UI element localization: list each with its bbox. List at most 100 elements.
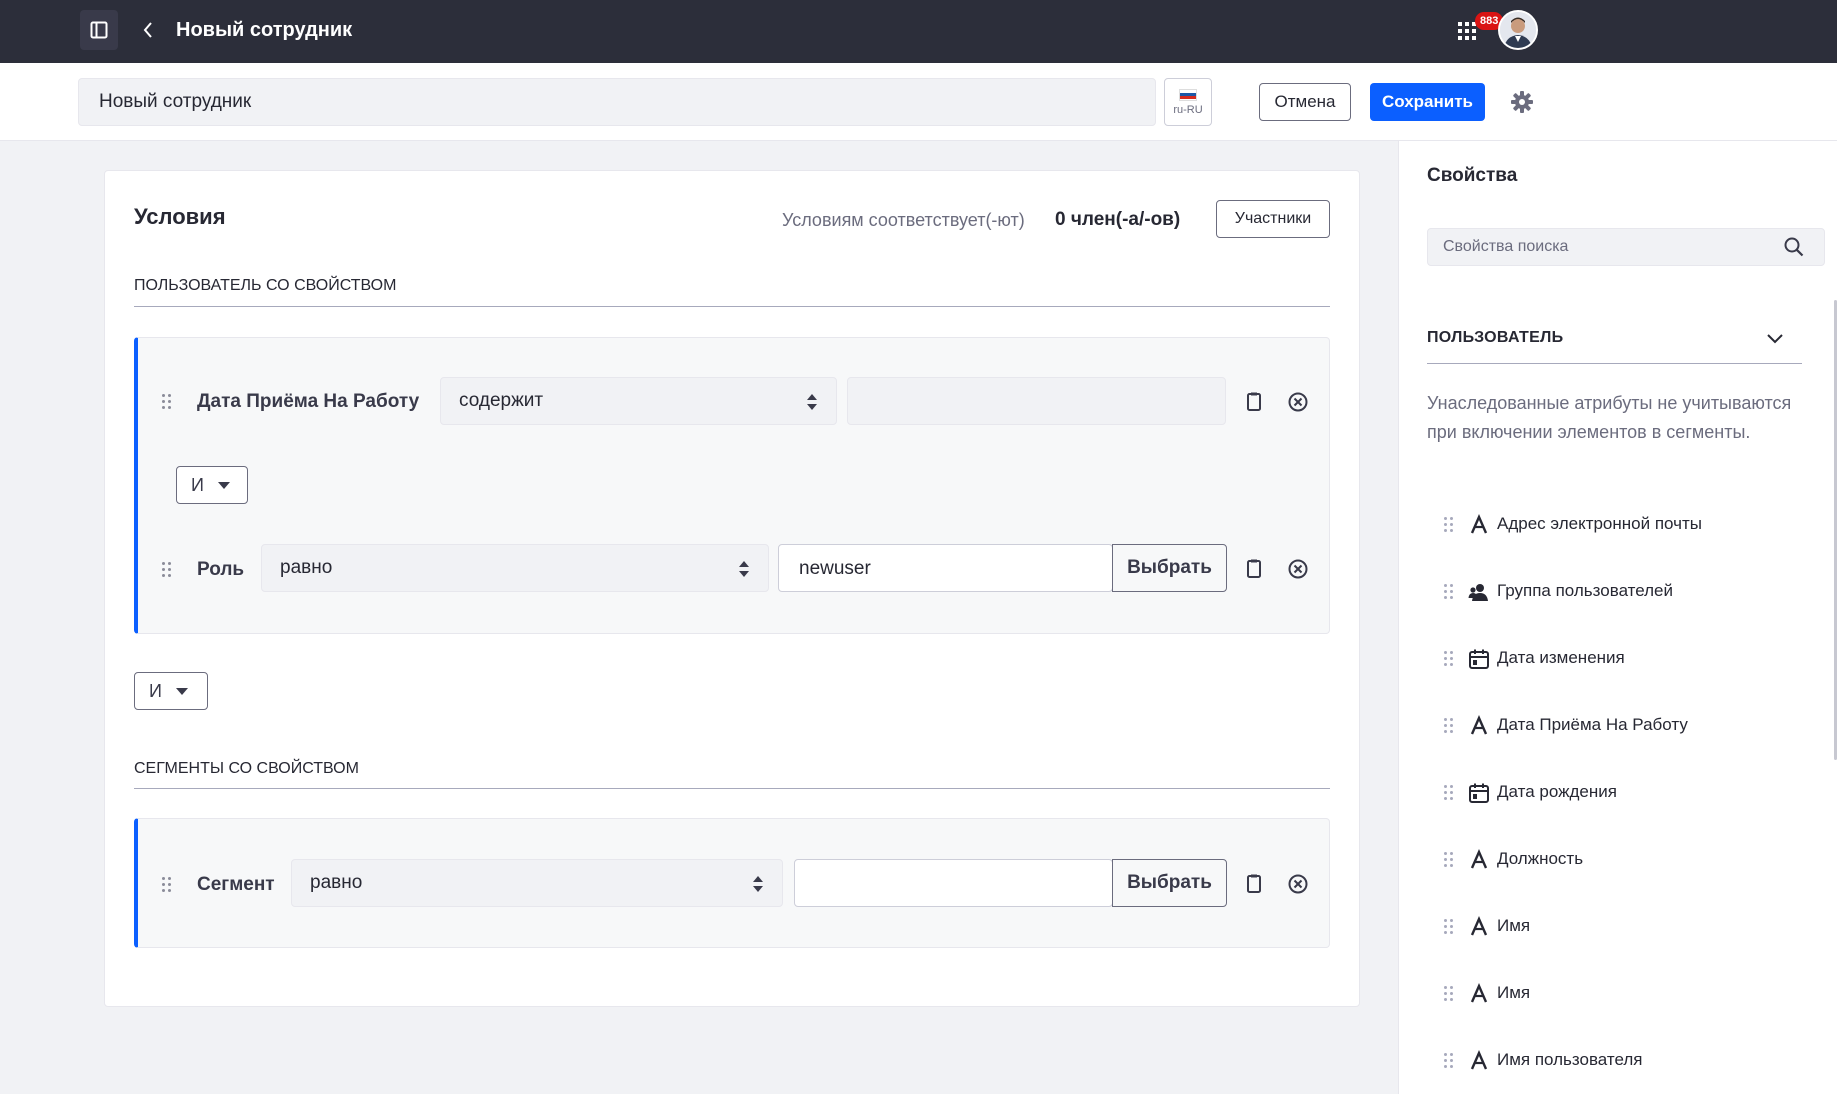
operator-select-hire-date[interactable]: содержит	[440, 377, 837, 425]
drag-handle-icon[interactable]	[1444, 517, 1456, 533]
section-divider	[1427, 363, 1802, 364]
property-label: Имя	[1497, 983, 1531, 1002]
settings-button[interactable]	[1510, 90, 1534, 114]
drag-handle-icon[interactable]	[1444, 1053, 1456, 1069]
caret-down-icon	[175, 687, 188, 695]
properties-title: Свойства	[1427, 165, 1518, 186]
drag-handle-icon[interactable]	[162, 877, 174, 893]
property-item[interactable]: Имя	[1440, 979, 1800, 1009]
conjunction-label: И	[149, 680, 162, 701]
text-icon	[1468, 916, 1490, 938]
section-divider	[134, 306, 1330, 307]
operator-value: равно	[310, 872, 363, 893]
operator-select-role[interactable]: равно	[261, 544, 769, 592]
page-title: Новый сотрудник	[176, 19, 353, 41]
text-icon	[1468, 849, 1490, 871]
property-item[interactable]: Дата рождения	[1440, 778, 1800, 808]
users-icon	[1468, 581, 1490, 603]
properties-search-input[interactable]: Свойства поиска	[1427, 228, 1825, 266]
select-segment-button[interactable]: Выбрать	[1112, 859, 1227, 907]
duplicate-icon[interactable]	[1243, 873, 1265, 895]
drag-handle-icon[interactable]	[1444, 785, 1456, 801]
calendar-icon	[1468, 782, 1490, 804]
property-label: Должность	[1497, 849, 1584, 868]
segment-section-title: СЕГМЕНТЫ СО СВОЙСТВОМ	[134, 760, 359, 777]
rule-label-hire-date: Дата Приёма На Работу	[197, 391, 420, 412]
inner-conjunction-dropdown[interactable]: И	[176, 466, 248, 504]
property-item[interactable]: Дата Приёма На Работу	[1440, 711, 1800, 741]
language-selector[interactable]: ru-RU	[1164, 78, 1212, 126]
value-input-role[interactable]: newuser	[778, 544, 1113, 592]
rule-label-role: Роль	[197, 559, 245, 580]
operator-select-segment[interactable]: равно	[291, 859, 783, 907]
text-icon	[1468, 514, 1490, 536]
segment-name-input[interactable]: Новый сотрудник	[78, 78, 1156, 126]
remove-rule-icon[interactable]	[1287, 558, 1309, 580]
property-item[interactable]: Адрес электронной почты	[1440, 510, 1800, 540]
drag-handle-icon[interactable]	[1444, 718, 1456, 734]
property-label: Группа пользователей	[1497, 581, 1674, 600]
property-item[interactable]: Дата изменения	[1440, 644, 1800, 674]
duplicate-icon[interactable]	[1243, 391, 1265, 413]
property-item[interactable]: Имя пользователя	[1440, 1046, 1800, 1076]
conditions-title: Условия	[134, 204, 226, 229]
inherited-attributes-note: Унаследованные атрибуты не учитываются п…	[1427, 393, 1792, 442]
outer-conjunction-dropdown[interactable]: И	[134, 672, 208, 710]
sort-arrows-icon	[753, 876, 763, 892]
match-description: Условиям соответствует(-ют)	[782, 210, 1025, 230]
property-label: Дата изменения	[1497, 648, 1625, 667]
remove-rule-icon[interactable]	[1287, 873, 1309, 895]
russian-flag-icon	[1179, 88, 1197, 101]
user-avatar[interactable]	[1498, 10, 1538, 50]
save-button[interactable]: Сохранить	[1370, 83, 1485, 121]
select-role-button[interactable]: Выбрать	[1112, 544, 1227, 592]
caret-down-icon	[217, 481, 230, 489]
property-item[interactable]: Имя	[1440, 912, 1800, 942]
drag-handle-icon[interactable]	[1444, 852, 1456, 868]
duplicate-icon[interactable]	[1243, 558, 1265, 580]
section-divider	[134, 788, 1330, 789]
rule-label-segment: Сегмент	[197, 874, 275, 895]
drag-handle-icon[interactable]	[1444, 584, 1456, 600]
property-item[interactable]: Должность	[1440, 845, 1800, 875]
sidebar-toggle-button[interactable]	[80, 10, 118, 50]
sort-arrows-icon	[739, 561, 749, 577]
sidebar-panel-icon	[90, 21, 108, 39]
property-label: Адрес электронной почты	[1497, 514, 1702, 533]
drag-handle-icon[interactable]	[162, 394, 174, 410]
calendar-icon	[1468, 648, 1490, 670]
value-input-hire-date[interactable]	[847, 377, 1226, 425]
drag-handle-icon[interactable]	[162, 562, 174, 578]
drag-handle-icon[interactable]	[1444, 651, 1456, 667]
language-code: ru-RU	[1173, 103, 1203, 116]
property-item[interactable]: Группа пользователей	[1440, 577, 1800, 607]
properties-panel	[1398, 141, 1837, 1094]
search-icon[interactable]	[1783, 236, 1805, 258]
user-properties-section-toggle[interactable]: ПОЛЬЗОВАТЕЛЬ	[1427, 329, 1563, 347]
text-icon	[1468, 1050, 1490, 1072]
operator-value: содержит	[459, 390, 544, 411]
property-label: Дата Приёма На Работу	[1497, 715, 1688, 734]
conjunction-label: И	[191, 474, 204, 495]
chevron-down-icon[interactable]	[1765, 328, 1785, 348]
property-label: Имя пользователя	[1497, 1050, 1643, 1069]
cancel-button[interactable]: Отмена	[1259, 83, 1351, 121]
remove-rule-icon[interactable]	[1287, 391, 1309, 413]
value-text: newuser	[799, 558, 871, 579]
operator-value: равно	[280, 557, 333, 578]
property-label: Дата рождения	[1497, 782, 1617, 801]
back-button[interactable]	[138, 18, 158, 42]
chevron-left-icon	[143, 22, 152, 38]
user-portrait-icon	[1500, 12, 1536, 48]
sort-arrows-icon	[807, 394, 817, 410]
members-button[interactable]: Участники	[1216, 200, 1330, 238]
gear-icon	[1511, 91, 1533, 113]
match-count: 0 член(-а/-ов)	[1055, 209, 1181, 230]
user-section-title: ПОЛЬЗОВАТЕЛЬ СО СВОЙСТВОМ	[134, 277, 397, 294]
property-label: Имя	[1497, 916, 1531, 935]
text-icon	[1468, 983, 1490, 1005]
drag-handle-icon[interactable]	[1444, 986, 1456, 1002]
text-icon	[1468, 715, 1490, 737]
drag-handle-icon[interactable]	[1444, 919, 1456, 935]
value-input-segment[interactable]	[794, 859, 1113, 907]
